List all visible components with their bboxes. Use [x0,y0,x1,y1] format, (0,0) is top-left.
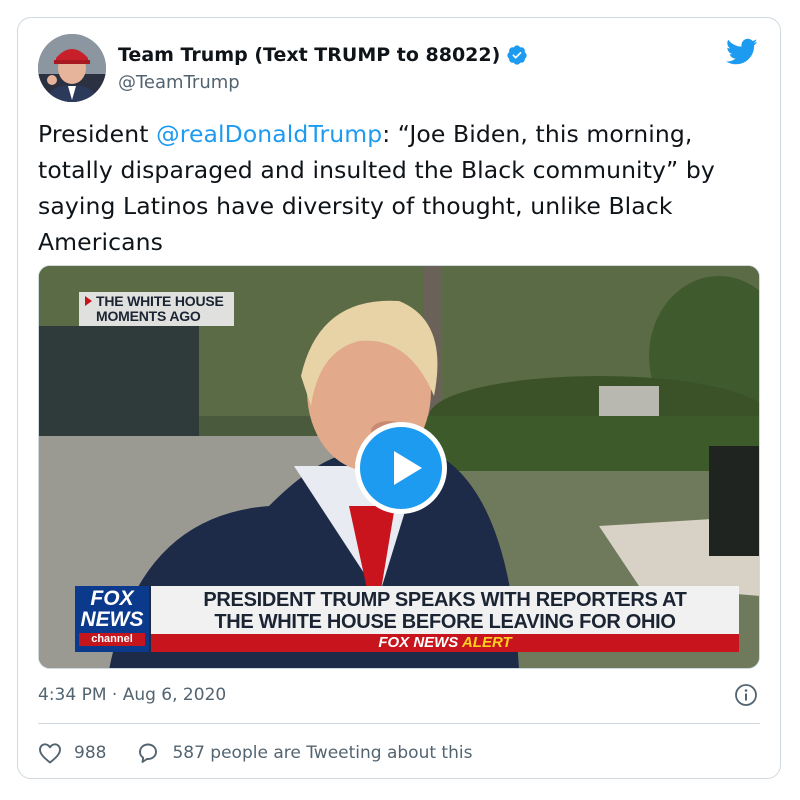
logo-channel-text: channel [79,633,145,646]
badge-line1: THE WHITE HOUSE [96,293,224,309]
chyron-line1: PRESIDENT TRUMP SPEAKS WITH REPORTERS AT [203,589,687,611]
tweet-meta: 4:34 PM · Aug 6, 2020 [38,682,760,708]
play-button[interactable] [355,422,447,514]
tweet-actions: 988 587 people are Tweeting about this [38,738,760,768]
badge-line2: MOMENTS AGO [96,308,201,324]
chyron-headline: PRESIDENT TRUMP SPEAKS WITH REPORTERS AT… [151,586,739,634]
like-button[interactable]: 988 [38,742,106,764]
chyron-alert-bar: FOX NEWS ALERT [151,634,739,652]
logo-fox-text: FOX [90,587,134,610]
alert-brand: FOX NEWS [378,634,459,651]
tweet-timestamp[interactable]: 4:34 PM · Aug 6, 2020 [38,685,226,705]
tweet-header: Team Trump (Text TRUMP to 88022) @TeamTr… [38,34,760,106]
video-player[interactable]: THE WHITE HOUSE MOMENTS AGO FOX NEWS cha… [38,265,760,669]
play-icon [394,451,422,485]
conversation-label: 587 people are Tweeting about this [172,743,473,763]
news-chyron: FOX NEWS channel PRESIDENT TRUMP SPEAKS … [75,586,739,652]
tweet-text-prefix: President [38,120,157,148]
author-handle[interactable]: @TeamTrump [118,72,528,93]
fox-news-logo: FOX NEWS channel [75,586,149,652]
location-badge: THE WHITE HOUSE MOMENTS AGO [79,292,234,326]
alert-word: ALERT [461,634,512,651]
like-count: 988 [74,743,107,763]
avatar[interactable] [38,34,106,102]
info-icon[interactable] [734,683,758,707]
display-name[interactable]: Team Trump (Text TRUMP to 88022) [118,44,500,66]
heart-icon [39,743,61,764]
verified-badge-icon [506,44,528,66]
tweet-text: President @realDonaldTrump: “Joe Biden, … [38,116,738,260]
twitter-bird-icon[interactable] [726,38,758,66]
author-names: Team Trump (Text TRUMP to 88022) @TeamTr… [118,40,528,93]
tweet-card[interactable]: Team Trump (Text TRUMP to 88022) @TeamTr… [17,17,781,779]
logo-news-text: NEWS [80,608,144,631]
speech-bubble-icon [139,743,158,763]
divider [38,723,760,724]
conversation-link[interactable]: 587 people are Tweeting about this [136,741,472,765]
mention-link[interactable]: @realDonaldTrump [156,120,382,148]
chyron-line2: THE WHITE HOUSE BEFORE LEAVING FOR OHIO [214,611,676,633]
live-triangle-icon [85,296,92,306]
display-name-row: Team Trump (Text TRUMP to 88022) [118,40,528,70]
